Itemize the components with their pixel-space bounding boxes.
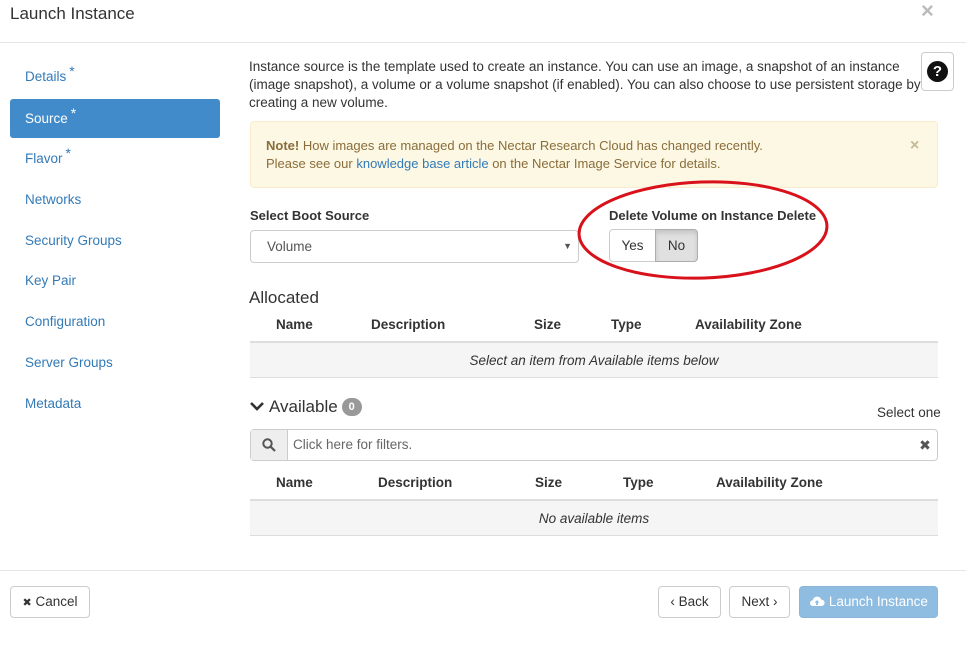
available-col-description[interactable]: Description (378, 475, 452, 490)
sidebar-item-source[interactable]: Source * (10, 99, 220, 138)
chevron-left-icon: ‹ (670, 594, 675, 609)
available-col-availability-zone[interactable]: Availability Zone (716, 475, 823, 490)
required-marker: * (70, 105, 77, 121)
available-col-size[interactable]: Size (535, 475, 562, 490)
sidebar-item-label: Key Pair (25, 273, 77, 288)
sidebar-item-flavor[interactable]: Flavor * (10, 139, 220, 178)
sidebar-item-metadata[interactable]: Metadata (10, 384, 220, 423)
annotation-ellipse (577, 180, 829, 280)
help-button[interactable]: ? (921, 52, 954, 91)
sidebar-item-server-groups[interactable]: Server Groups (10, 343, 220, 382)
sidebar-item-networks[interactable]: Networks (10, 180, 220, 219)
boot-source-select[interactable]: Volume ▼ (250, 230, 579, 263)
allocated-col-type[interactable]: Type (611, 317, 642, 332)
sidebar-item-label: Security Groups (25, 233, 122, 248)
filter-input[interactable]: Click here for filters. (288, 430, 913, 460)
alert-text-3: on the Nectar Image Service for details. (488, 156, 721, 171)
cancel-label: Cancel (35, 594, 78, 609)
cancel-button[interactable]: ✖ Cancel (10, 586, 90, 618)
available-empty-row: No available items (250, 501, 938, 536)
modal-title: Launch Instance (10, 4, 135, 23)
next-label: Next (741, 594, 770, 609)
required-marker: * (65, 145, 71, 161)
source-description: Instance source is the template used to … (249, 59, 921, 110)
search-icon-addon (251, 430, 288, 460)
sidebar-item-security-groups[interactable]: Security Groups (10, 221, 220, 260)
allocated-empty-row: Select an item from Available items belo… (250, 343, 938, 378)
allocated-col-description[interactable]: Description (371, 317, 445, 332)
sidebar-item-label: Networks (25, 192, 82, 207)
alert-strong: Note! (266, 138, 300, 153)
sidebar-item-label: Server Groups (25, 355, 113, 370)
caret-down-icon: ▼ (563, 241, 572, 251)
filter-bar: Click here for filters. ✖ (250, 429, 938, 461)
cloud-upload-icon (810, 596, 825, 607)
clear-filter-icon[interactable]: ✖ (913, 430, 937, 460)
sidebar-item-label: Configuration (25, 314, 106, 329)
allocated-col-size[interactable]: Size (534, 317, 561, 332)
sidebar-item-key-pair[interactable]: Key Pair (10, 261, 220, 300)
next-button[interactable]: Next › (729, 586, 790, 618)
sidebar-item-label: Details (25, 69, 67, 84)
alert-close-icon[interactable]: × (910, 137, 919, 155)
available-title: Available (269, 397, 338, 416)
chevron-right-icon: › (773, 594, 778, 609)
select-hint: Select one (877, 405, 941, 420)
available-col-type[interactable]: Type (623, 475, 654, 490)
available-col-name[interactable]: Name (276, 475, 313, 490)
sidebar-item-label: Metadata (25, 396, 82, 411)
footer-divider (0, 570, 966, 571)
question-circle-icon: ? (927, 61, 948, 82)
boot-source-value: Volume (267, 239, 313, 254)
header-divider (0, 42, 966, 43)
knowledge-base-link[interactable]: knowledge base article (356, 156, 488, 171)
close-icon: ✖ (22, 597, 32, 609)
sidebar-item-label: Flavor (25, 151, 63, 166)
alert-text-2: Please see our (266, 156, 357, 171)
sidebar-item-details[interactable]: Details * (10, 57, 220, 96)
chevron-down-icon (250, 402, 264, 411)
back-button[interactable]: ‹ Back (658, 586, 721, 618)
allocated-title: Allocated (249, 288, 319, 307)
sidebar-item-label: Source (25, 111, 68, 126)
available-count-badge: 0 (341, 398, 362, 416)
boot-source-label: Select Boot Source (250, 208, 370, 223)
available-toggle[interactable]: Available 0 (249, 397, 362, 417)
required-marker: * (69, 63, 75, 79)
close-icon[interactable]: × (921, 0, 934, 24)
launch-instance-button[interactable]: Launch Instance (799, 586, 938, 618)
allocated-col-availability-zone[interactable]: Availability Zone (695, 317, 802, 332)
sidebar-item-configuration[interactable]: Configuration (10, 302, 220, 341)
search-icon (262, 438, 276, 452)
launch-label: Launch Instance (828, 594, 928, 609)
allocated-col-name[interactable]: Name (276, 317, 313, 332)
alert-text-1: How images are managed on the Nectar Res… (299, 138, 763, 153)
back-label: Back (678, 594, 709, 609)
